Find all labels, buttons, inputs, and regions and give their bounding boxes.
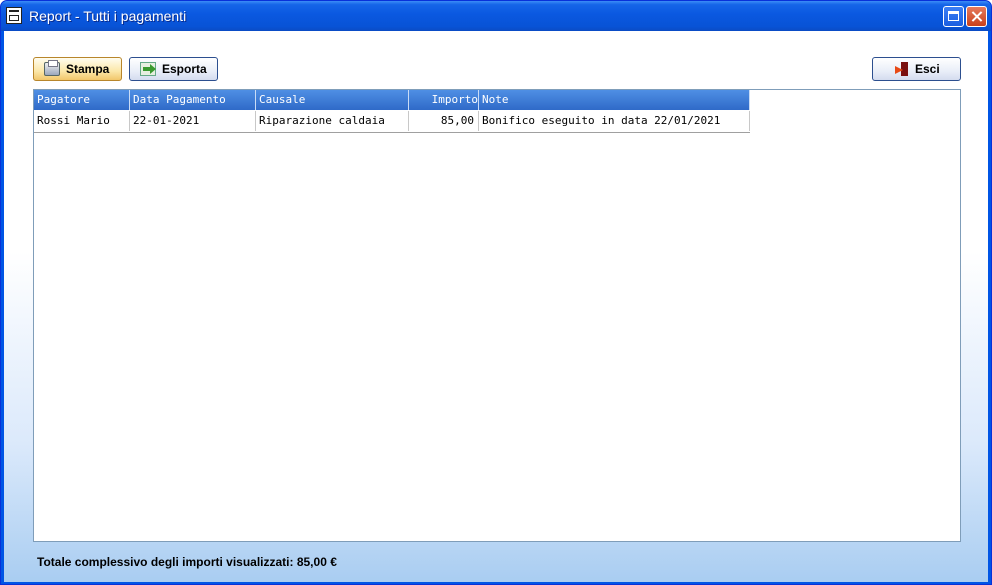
cell-data-pagamento[interactable]: 22-01-2021 (130, 111, 256, 131)
cell-causale[interactable]: Riparazione caldaia (256, 111, 409, 131)
table-row[interactable]: Rossi Mario 22-01-2021 Riparazione calda… (34, 111, 750, 133)
column-header-causale[interactable]: Causale (256, 90, 409, 110)
cell-note[interactable]: Bonifico eseguito in data 22/01/2021 (479, 111, 750, 131)
exit-button[interactable]: Esci (872, 57, 961, 81)
column-header-note[interactable]: Note (479, 90, 750, 110)
column-header-importo[interactable]: Importo (409, 90, 479, 110)
export-icon (140, 62, 156, 76)
print-button-label: Stampa (66, 62, 110, 76)
export-button[interactable]: Esporta (129, 57, 218, 81)
print-button[interactable]: Stampa (33, 57, 122, 81)
total-amount-label: Totale complessivo degli importi visuali… (37, 555, 337, 569)
cell-pagatore[interactable]: Rossi Mario (34, 111, 130, 131)
payments-grid[interactable]: Pagatore Data Pagamento Causale Importo … (33, 89, 961, 542)
grid-header: Pagatore Data Pagamento Causale Importo … (34, 90, 750, 110)
title-bar[interactable]: Report - Tutti i pagamenti (1, 1, 991, 31)
maximize-button[interactable] (943, 6, 964, 27)
client-area: Stampa Esporta Esci Pagatore Data Pagame… (4, 31, 988, 582)
column-header-data-pagamento[interactable]: Data Pagamento (130, 90, 256, 110)
printer-icon (44, 60, 60, 76)
report-window: Report - Tutti i pagamenti Stampa Esport… (0, 0, 992, 585)
export-button-label: Esporta (162, 62, 207, 76)
cell-importo[interactable]: 85,00 (409, 111, 479, 131)
app-icon (6, 7, 22, 24)
column-header-pagatore[interactable]: Pagatore (34, 90, 130, 110)
close-button[interactable] (966, 6, 987, 27)
exit-button-label: Esci (915, 62, 940, 76)
window-title: Report - Tutti i pagamenti (29, 8, 187, 24)
exit-door-icon (895, 62, 909, 76)
